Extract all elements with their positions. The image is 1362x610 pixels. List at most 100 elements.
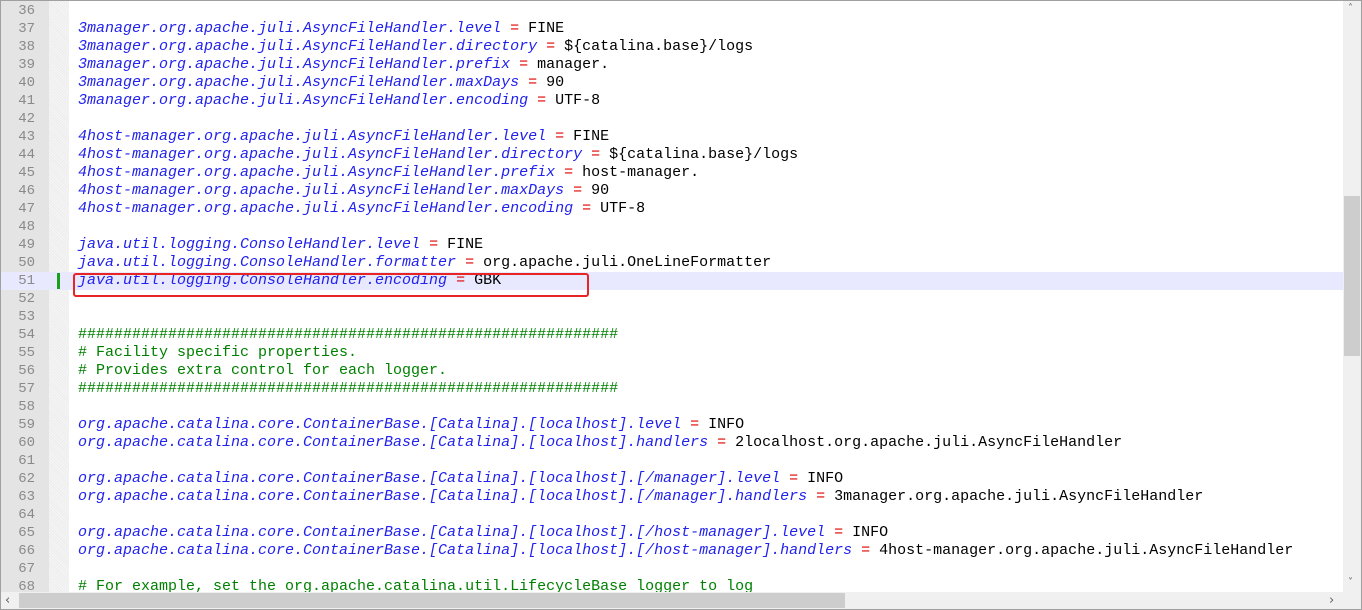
line-number: 52 — [18, 291, 35, 307]
line-number: 66 — [18, 543, 35, 559]
equals-operator: = — [852, 542, 880, 559]
code-text: ########################################… — [78, 326, 618, 344]
code-line[interactable]: 53 — [1, 308, 1343, 326]
code-line[interactable]: 45 4host-manager.org.apache.juli.AsyncFil… — [1, 164, 1343, 182]
code-line[interactable]: 49 java.util.logging.ConsoleHandler.level… — [1, 236, 1343, 254]
property-key: 4host-manager.org.apache.juli.AsyncFileH… — [78, 200, 574, 217]
line-number: 55 — [18, 345, 35, 361]
comment: ########################################… — [78, 380, 619, 397]
line-number: 51 — [18, 273, 35, 289]
code-text: org.apache.catalina.core.ContainerBase.[… — [78, 416, 744, 434]
line-number: 47 — [18, 201, 35, 217]
code-line[interactable]: 37 3manager.org.apache.juli.AsyncFileHand… — [1, 20, 1343, 38]
line-number: 36 — [18, 3, 35, 19]
equals-operator: = — [420, 236, 448, 253]
editor-window: 36 37 3manager.org.apache.juli.AsyncFileHa… — [0, 0, 1362, 610]
code-text: 4host-manager.org.apache.juli.AsyncFileH… — [78, 128, 609, 146]
line-number: 65 — [18, 525, 35, 541]
code-line[interactable]: 42 — [1, 110, 1343, 128]
line-number: 46 — [18, 183, 35, 199]
code-line[interactable]: 54 ######################################… — [1, 326, 1343, 344]
line-number: 38 — [18, 39, 35, 55]
property-key: org.apache.catalina.core.ContainerBase.[… — [78, 542, 853, 559]
property-value: 90 — [591, 182, 610, 199]
code-line[interactable]: 64 — [1, 506, 1343, 524]
code-line[interactable]: 50 java.util.logging.ConsoleHandler.forma… — [1, 254, 1343, 272]
code-line[interactable]: 65 org.apache.catalina.core.ContainerBase… — [1, 524, 1343, 542]
line-number: 53 — [18, 309, 35, 325]
line-number: 49 — [18, 237, 35, 253]
code-text: 4host-manager.org.apache.juli.AsyncFileH… — [78, 146, 798, 164]
property-key: 4host-manager.org.apache.juli.AsyncFileH… — [78, 128, 547, 145]
code-line[interactable]: 61 — [1, 452, 1343, 470]
code-text: ########################################… — [78, 380, 618, 398]
code-text: # Provides extra control for each logger… — [78, 362, 447, 380]
equals-operator: = — [708, 434, 736, 451]
property-key: 4host-manager.org.apache.juli.AsyncFileH… — [78, 164, 556, 181]
line-number: 48 — [18, 219, 35, 235]
property-value: ${catalina.base}/logs — [564, 38, 754, 55]
code-line[interactable]: 56 # Provides extra control for each logg… — [1, 362, 1343, 380]
code-line[interactable]: 43 4host-manager.org.apache.juli.AsyncFil… — [1, 128, 1343, 146]
equals-operator: = — [825, 524, 853, 541]
line-number: 43 — [18, 129, 35, 145]
code-text: org.apache.catalina.core.ContainerBase.[… — [78, 470, 843, 488]
property-key: org.apache.catalina.core.ContainerBase.[… — [78, 434, 709, 451]
scroll-right-icon[interactable]: › — [1329, 593, 1334, 608]
code-line[interactable]: 66 org.apache.catalina.core.ContainerBase… — [1, 542, 1343, 560]
code-line[interactable]: 55 # Facility specific properties. — [1, 344, 1343, 362]
vertical-scrollbar[interactable]: ˄ ˅ — [1343, 1, 1361, 592]
equals-operator: = — [519, 74, 547, 91]
property-value: 2localhost.org.apache.juli.AsyncFileHand… — [735, 434, 1123, 451]
code-text: org.apache.catalina.core.ContainerBase.[… — [78, 542, 1293, 560]
code-line[interactable]: 47 4host-manager.org.apache.juli.AsyncFil… — [1, 200, 1343, 218]
code-line[interactable]: 36 — [1, 2, 1343, 20]
code-line[interactable]: 67 — [1, 560, 1343, 578]
line-number: 39 — [18, 57, 35, 73]
horizontal-scrollbar[interactable]: ‹ › — [1, 592, 1343, 609]
code-line[interactable]: 62 org.apache.catalina.core.ContainerBase… — [1, 470, 1343, 488]
line-number: 56 — [18, 363, 35, 379]
code-text: 3manager.org.apache.juli.AsyncFileHandle… — [78, 38, 753, 56]
property-value: 3manager.org.apache.juli.AsyncFileHandle… — [834, 488, 1204, 505]
property-value: UTF-8 — [600, 200, 646, 217]
code-line[interactable]: 46 4host-manager.org.apache.juli.AsyncFil… — [1, 182, 1343, 200]
property-value: 90 — [546, 74, 565, 91]
equals-operator: = — [528, 92, 556, 109]
equals-operator: = — [510, 56, 538, 73]
scroll-left-icon[interactable]: ‹ — [5, 593, 10, 608]
code-line[interactable]: 48 — [1, 218, 1343, 236]
property-value: INFO — [852, 524, 889, 541]
line-number: 63 — [18, 489, 35, 505]
scroll-down-icon[interactable]: ˅ — [1348, 577, 1353, 588]
equals-operator: = — [807, 488, 835, 505]
code-line[interactable]: 38 3manager.org.apache.juli.AsyncFileHand… — [1, 38, 1343, 56]
horizontal-scroll-thumb[interactable] — [19, 593, 845, 608]
property-key: org.apache.catalina.core.ContainerBase.[… — [78, 416, 682, 433]
annotation-highlight-box — [73, 273, 589, 297]
scroll-up-icon[interactable]: ˄ — [1348, 3, 1353, 14]
text-area[interactable]: 36 37 3manager.org.apache.juli.AsyncFileHa… — [1, 2, 1343, 596]
code-line[interactable]: 41 3manager.org.apache.juli.AsyncFileHand… — [1, 92, 1343, 110]
code-line[interactable]: 58 — [1, 398, 1343, 416]
property-value: INFO — [708, 416, 745, 433]
line-number: 62 — [18, 471, 35, 487]
equals-operator: = — [456, 254, 484, 271]
code-line[interactable]: 57 ######################################… — [1, 380, 1343, 398]
line-number: 42 — [18, 111, 35, 127]
line-number: 67 — [18, 561, 35, 577]
equals-operator: = — [564, 182, 592, 199]
code-line[interactable]: 63 org.apache.catalina.core.ContainerBase… — [1, 488, 1343, 506]
property-key: java.util.logging.ConsoleHandler.level — [78, 236, 421, 253]
code-line[interactable]: 39 3manager.org.apache.juli.AsyncFileHand… — [1, 56, 1343, 74]
property-value: org.apache.juli.OneLineFormatter — [483, 254, 772, 271]
code-line[interactable]: 59 org.apache.catalina.core.ContainerBase… — [1, 416, 1343, 434]
code-text: 4host-manager.org.apache.juli.AsyncFileH… — [78, 200, 645, 218]
line-number: 61 — [18, 453, 35, 469]
code-line[interactable]: 40 3manager.org.apache.juli.AsyncFileHand… — [1, 74, 1343, 92]
code-line[interactable]: 44 4host-manager.org.apache.juli.AsyncFil… — [1, 146, 1343, 164]
vertical-scroll-thumb[interactable] — [1344, 196, 1360, 356]
code-line[interactable]: 60 org.apache.catalina.core.ContainerBase… — [1, 434, 1343, 452]
property-value: manager. — [537, 56, 610, 73]
code-text: java.util.logging.ConsoleHandler.level =… — [78, 236, 483, 254]
